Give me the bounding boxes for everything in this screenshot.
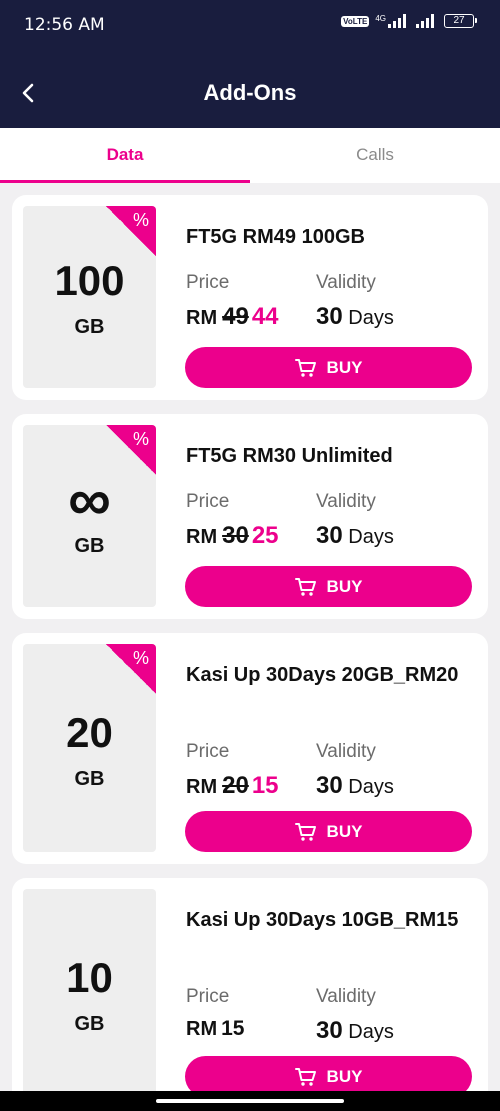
original-price: 20 [222, 772, 249, 799]
tab-bar: Data Calls [0, 128, 500, 183]
plan-capacity: 10 [66, 954, 113, 1001]
plan-card: % 20 GB Kasi Up 30Days 20GB_RM20 Price V… [12, 633, 488, 864]
plan-name: FT5G RM30 Unlimited [186, 445, 393, 467]
validity-unit: Days [348, 526, 394, 548]
validity-value: 30 Days [316, 772, 394, 800]
plan-name: FT5G RM49 100GB [186, 226, 365, 248]
validity-label: Validity [316, 741, 376, 762]
plan-price: 15 [221, 1017, 245, 1040]
plan-thumbnail: 10 GB [23, 889, 156, 1097]
buy-button[interactable]: BUY [185, 347, 472, 388]
currency-label: RM [186, 526, 218, 548]
price-label: Price [186, 272, 230, 293]
validity-number: 30 [316, 1017, 343, 1044]
validity-label: Validity [316, 986, 376, 1007]
plan-unit: GB [74, 768, 105, 790]
app-header: 12:56 AM VoLTE 4G 27 Add-Ons [0, 0, 500, 128]
validity-number: 30 [316, 772, 343, 799]
percent-icon: % [132, 210, 149, 230]
plan-labels: Price Validity [186, 986, 376, 1008]
buy-button[interactable]: BUY [185, 811, 472, 852]
validity-value: 30 Days [316, 1017, 394, 1045]
plan-capacity: 20 [66, 709, 113, 756]
plan-capacity: ∞ [68, 466, 111, 533]
discounted-price: 15 [251, 772, 279, 799]
home-gesture-handle[interactable] [156, 1099, 344, 1103]
plan-thumbnail: % ∞ GB [23, 425, 156, 607]
discounted-price: 25 [251, 522, 279, 549]
original-price: 49 [222, 303, 249, 330]
currency-label: RM [186, 307, 218, 329]
buy-label: BUY [326, 576, 363, 596]
plan-values: RM 49 44 30 Days [186, 303, 394, 331]
plan-unit: GB [74, 316, 105, 338]
plan-card: % 100 GB FT5G RM49 100GB Price Validity … [12, 195, 488, 400]
plan-name: Kasi Up 30Days 10GB_RM15 [186, 909, 459, 931]
validity-unit: Days [348, 1021, 394, 1043]
buy-label: BUY [326, 357, 363, 377]
signal-icon-sim2 [416, 14, 434, 28]
discount-badge: % [106, 206, 156, 256]
validity-label: Validity [316, 491, 376, 512]
plan-capacity: 100 [54, 257, 125, 304]
plan-card: 10 GB Kasi Up 30Days 10GB_RM15 Price Val… [12, 878, 488, 1109]
validity-value: 30 Days [316, 303, 394, 331]
plan-values: RM 20 15 30 Days [186, 772, 394, 800]
cart-icon [294, 1067, 316, 1086]
plan-thumbnail: % 100 GB [23, 206, 156, 388]
cart-icon [294, 358, 316, 377]
validity-unit: Days [348, 776, 394, 798]
validity-number: 30 [316, 522, 343, 549]
original-price: 30 [222, 522, 249, 549]
plan-unit: GB [74, 535, 105, 557]
currency-label: RM [186, 776, 218, 798]
cart-icon [294, 822, 316, 841]
status-time: 12:56 AM [24, 15, 105, 35]
addon-list: % 100 GB FT5G RM49 100GB Price Validity … [12, 195, 488, 1111]
tab-data[interactable]: Data [0, 128, 250, 183]
page-title: Add-Ons [203, 80, 297, 105]
discount-badge: % [106, 425, 156, 475]
buy-label: BUY [326, 821, 363, 841]
percent-icon: % [132, 648, 149, 668]
plan-name: Kasi Up 30Days 20GB_RM20 [186, 664, 459, 686]
plan-labels: Price Validity [186, 272, 376, 294]
discounted-price: 44 [251, 303, 279, 330]
validity-unit: Days [348, 307, 394, 329]
status-icons: VoLTE 4G 27 [341, 14, 477, 28]
plan-labels: Price Validity [186, 491, 376, 513]
tab-calls[interactable]: Calls [250, 128, 500, 183]
validity-number: 30 [316, 303, 343, 330]
percent-icon: % [132, 429, 149, 449]
validity-label: Validity [316, 272, 376, 293]
price-label: Price [186, 741, 230, 762]
currency-label: RM [186, 1018, 218, 1040]
plan-unit: GB [74, 1013, 105, 1035]
plan-thumbnail: % 20 GB [23, 644, 156, 852]
signal-icon [388, 14, 406, 28]
plan-values: RM 30 25 30 Days [186, 522, 394, 550]
price-label: Price [186, 986, 230, 1007]
system-nav-bar [0, 1091, 500, 1111]
cart-icon [294, 577, 316, 596]
battery-icon: 27 [444, 14, 477, 28]
buy-label: BUY [326, 1066, 363, 1086]
discount-badge: % [106, 644, 156, 694]
buy-button[interactable]: BUY [185, 566, 472, 607]
plan-values: RM 15 30 Days [186, 1017, 394, 1044]
volte-icon: VoLTE [341, 15, 370, 27]
price-label: Price [186, 491, 230, 512]
validity-value: 30 Days [316, 522, 394, 550]
plan-labels: Price Validity [186, 741, 376, 763]
network-type: 4G [375, 14, 386, 23]
plan-card: % ∞ GB FT5G RM30 Unlimited Price Validit… [12, 414, 488, 619]
